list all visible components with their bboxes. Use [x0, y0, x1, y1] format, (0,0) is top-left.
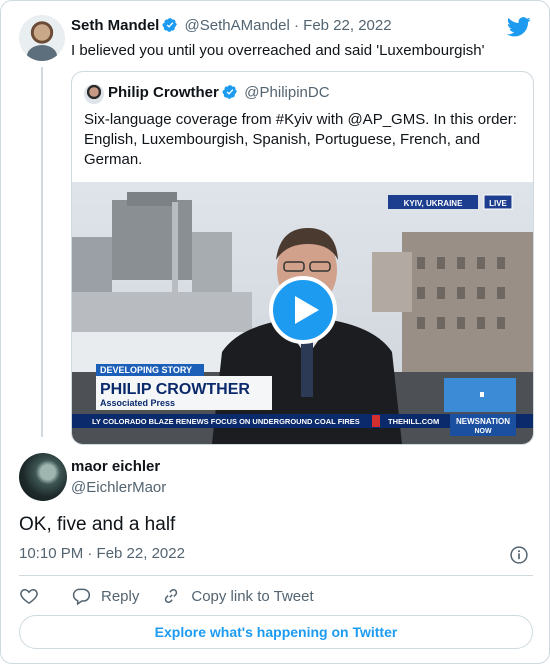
parent-tweet-text: I believed you until you overreached and… [71, 42, 485, 59]
heart-icon [20, 588, 38, 604]
copy-link-button[interactable]: Copy link to Tweet [161, 586, 314, 606]
play-icon[interactable] [269, 276, 337, 344]
news-ticker: LY COLORADO BLAZE RENEWS FOCUS ON UNDERG… [92, 417, 360, 426]
info-icon[interactable] [509, 545, 529, 565]
reply-timestamp[interactable]: 10:10 PM · Feb 22, 2022 [19, 545, 185, 562]
quoted-author-name[interactable]: Philip Crowther [108, 84, 219, 101]
avatar-philip-crowther[interactable] [84, 84, 104, 104]
copy-link-label: Copy link to Tweet [191, 587, 314, 605]
reply-tweet-text: OK, five and a half [19, 514, 176, 535]
lower-third-name: PHILIP CROWTHER [100, 381, 250, 398]
parent-date[interactable]: · Feb 22, 2022 [294, 17, 392, 34]
thread-connector-line [41, 67, 43, 437]
reply-author-name[interactable]: maor eichler [71, 458, 160, 475]
divider [19, 575, 533, 576]
network-logo-now: NOW [474, 428, 492, 435]
quoted-tweet-header: Philip Crowther @PhilipinDC [108, 84, 330, 102]
avatar-seth-mandel[interactable] [19, 15, 65, 61]
ticker-source: THEHILL.COM [388, 417, 439, 426]
like-button[interactable] [19, 586, 49, 606]
reply-handle[interactable]: @EichlerMaor [71, 479, 166, 496]
link-icon [165, 588, 178, 604]
quoted-handle[interactable]: @PhilipinDC [244, 84, 329, 101]
live-tag: LIVE [489, 199, 507, 208]
verified-badge-icon [162, 18, 178, 32]
parent-author-name[interactable]: Seth Mandel [71, 17, 159, 34]
lower-third-kicker: DEVELOPING STORY [100, 365, 192, 375]
parent-tweet-header: Seth Mandel @SethAMandel · Feb 22, 2022 [71, 17, 392, 34]
lower-third-org: Associated Press [100, 398, 175, 408]
network-logo: NEWSNATION [456, 417, 510, 426]
explore-twitter-button[interactable]: Explore what's happening on Twitter [19, 615, 533, 649]
parent-handle[interactable]: @SethAMandel [185, 17, 290, 34]
reply-button[interactable]: Reply [71, 586, 139, 606]
quoted-tweet[interactable]: Philip Crowther @PhilipinDC Six-language… [71, 71, 534, 445]
video-thumbnail[interactable]: KYIV, UKRAINE LIVE DEVELOPING STORY PHIL… [72, 182, 533, 444]
tweet-actions: Reply Copy link to Tweet [19, 585, 336, 607]
twitter-bird-icon[interactable] [507, 17, 531, 37]
location-tag: KYIV, UKRAINE [404, 199, 463, 208]
reply-icon [72, 588, 91, 606]
avatar-maor-eichler[interactable] [19, 453, 67, 501]
reply-label: Reply [101, 587, 140, 605]
quoted-tweet-text: Six-language coverage from #Kyiv with @A… [84, 111, 517, 168]
verified-badge-icon [222, 85, 237, 99]
tweet-embed-card: Seth Mandel @SethAMandel · Feb 22, 2022 … [0, 0, 550, 664]
